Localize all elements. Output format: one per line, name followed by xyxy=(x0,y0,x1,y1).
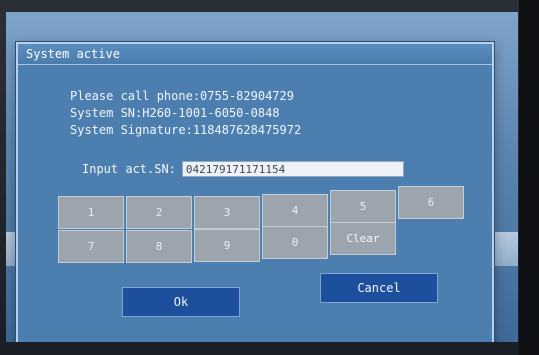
phone-line: Please call phone:0755-82904729 xyxy=(70,89,294,103)
key-9[interactable]: 9 xyxy=(194,229,260,262)
key-4[interactable]: 4 xyxy=(262,194,328,227)
key-1[interactable]: 1 xyxy=(58,196,124,229)
activation-sn-row: Input act.SN: xyxy=(82,160,404,178)
key-5[interactable]: 5 xyxy=(330,190,396,223)
key-7[interactable]: 7 xyxy=(58,230,124,263)
activation-sn-input[interactable] xyxy=(181,161,404,177)
desktop-background: System active Please call phone:0755-829… xyxy=(6,12,518,342)
key-0[interactable]: 0 xyxy=(262,226,328,259)
numeric-keypad: 1 2 3 4 5 6 7 8 9 0 Clear xyxy=(58,186,468,282)
activation-info: Please call phone:0755-82904729 System S… xyxy=(70,88,301,139)
system-signature-line: System Signature:118487628475972 xyxy=(70,123,302,137)
cancel-button[interactable]: Cancel xyxy=(320,273,438,303)
activation-sn-label: Input act.SN: xyxy=(82,162,176,176)
key-2[interactable]: 2 xyxy=(126,196,192,229)
key-8[interactable]: 8 xyxy=(126,230,192,263)
clear-button[interactable]: Clear xyxy=(330,222,396,255)
monitor-edge xyxy=(519,0,539,355)
system-active-dialog: System active Please call phone:0755-829… xyxy=(16,42,494,342)
ok-button[interactable]: Ok xyxy=(122,287,240,317)
key-3[interactable]: 3 xyxy=(194,196,260,229)
key-6[interactable]: 6 xyxy=(398,186,464,219)
system-sn-line: System SN:H260-1001-6050-0848 xyxy=(70,106,280,120)
dialog-title: System active xyxy=(18,44,492,65)
